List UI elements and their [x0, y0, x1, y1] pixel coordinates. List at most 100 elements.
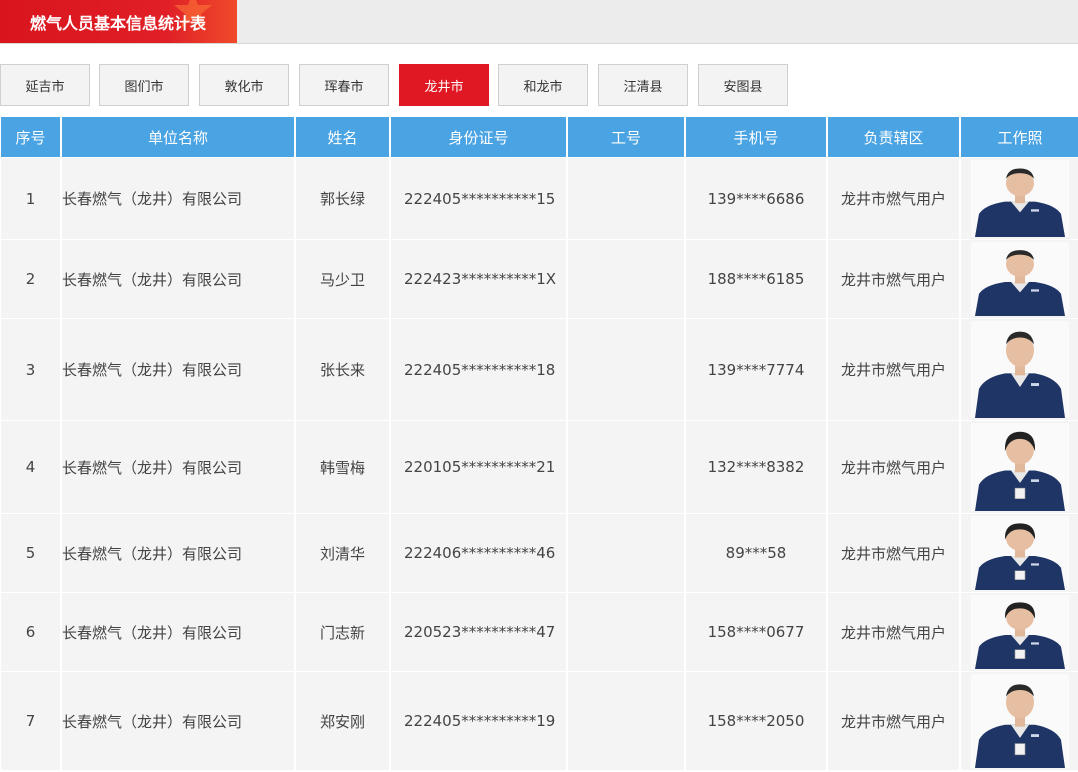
cell-company: 长春燃气（龙井）有限公司 — [62, 593, 294, 672]
cell-photo — [961, 514, 1078, 593]
tab-wangqing[interactable]: 汪清县 — [598, 64, 688, 106]
cell-phone: 139****7774 — [686, 319, 826, 421]
tab-tumen[interactable]: 图们市 — [99, 64, 189, 106]
top-bar: 燃气人员基本信息统计表 — [0, 0, 1078, 44]
tab-longjing[interactable]: 龙井市 — [399, 64, 489, 106]
cell-photo — [961, 421, 1078, 514]
cell-no: 1 — [1, 158, 60, 240]
cell-id-number: 222405**********15 — [391, 158, 566, 240]
cell-company: 长春燃气（龙井）有限公司 — [62, 672, 294, 771]
cell-no: 6 — [1, 593, 60, 672]
cell-no: 4 — [1, 421, 60, 514]
header-id-number: 身份证号 — [391, 117, 566, 158]
cell-company: 长春燃气（龙井）有限公司 — [62, 514, 294, 593]
cell-name: 张长来 — [296, 319, 389, 421]
tab-label: 龙井市 — [424, 79, 464, 95]
tab-label: 汪清县 — [623, 79, 663, 95]
worker-portrait-icon — [971, 595, 1069, 669]
tab-label: 图们市 — [124, 79, 164, 95]
cell-work-number — [568, 319, 684, 421]
page-title-tab: 燃气人员基本信息统计表 — [0, 0, 237, 43]
worker-portrait-icon — [971, 516, 1069, 590]
cell-company: 长春燃气（龙井）有限公司 — [62, 421, 294, 514]
header-area: 负责辖区 — [828, 117, 959, 158]
cell-id-number: 222423**********1X — [391, 240, 566, 319]
worker-photo[interactable] — [971, 595, 1069, 669]
worker-photo[interactable] — [971, 516, 1069, 590]
cell-company: 长春燃气（龙井）有限公司 — [62, 319, 294, 421]
cell-id-number: 220105**********21 — [391, 421, 566, 514]
table-row: 4 长春燃气（龙井）有限公司 韩雪梅 220105**********21 132***… — [1, 421, 1078, 514]
cell-name: 刘清华 — [296, 514, 389, 593]
header-work-number: 工号 — [568, 117, 684, 158]
tab-label: 敦化市 — [224, 79, 264, 95]
table-row: 2 长春燃气（龙井）有限公司 马少卫 222423**********1X 188***… — [1, 240, 1078, 319]
worker-portrait-icon — [971, 321, 1069, 418]
table-header-row: 序号 单位名称 姓名 身份证号 工号 手机号 负责辖区 工作照 — [1, 117, 1078, 158]
cell-photo — [961, 158, 1078, 240]
tab-yanji[interactable]: 延吉市 — [0, 64, 90, 106]
cell-name: 郑安刚 — [296, 672, 389, 771]
table-row: 5 长春燃气（龙井）有限公司 刘清华 222406**********46 89***5… — [1, 514, 1078, 593]
tab-label: 和龙市 — [523, 79, 563, 95]
header-company: 单位名称 — [62, 117, 294, 158]
cell-work-number — [568, 421, 684, 514]
cell-id-number: 220523**********47 — [391, 593, 566, 672]
cell-photo — [961, 240, 1078, 319]
header-photo: 工作照 — [961, 117, 1078, 158]
worker-photo[interactable] — [971, 160, 1069, 237]
worker-portrait-icon — [971, 423, 1069, 511]
cell-area: 龙井市燃气用户 — [828, 421, 959, 514]
worker-photo[interactable] — [971, 423, 1069, 511]
cell-id-number: 222406**********46 — [391, 514, 566, 593]
table-row: 6 长春燃气（龙井）有限公司 门志新 220523**********47 158***… — [1, 593, 1078, 672]
cell-area: 龙井市燃气用户 — [828, 514, 959, 593]
tab-label: 安图县 — [723, 79, 763, 95]
cell-phone: 139****6686 — [686, 158, 826, 240]
cell-name: 马少卫 — [296, 240, 389, 319]
cell-work-number — [568, 672, 684, 771]
worker-portrait-icon — [971, 674, 1069, 768]
tab-label: 延吉市 — [25, 79, 65, 95]
cell-no: 5 — [1, 514, 60, 593]
worker-photo[interactable] — [971, 321, 1069, 418]
cell-name: 门志新 — [296, 593, 389, 672]
table-row: 1 长春燃气（龙井）有限公司 郭长绿 222405**********15 139***… — [1, 158, 1078, 240]
cell-area: 龙井市燃气用户 — [828, 672, 959, 771]
tab-helong[interactable]: 和龙市 — [498, 64, 588, 106]
header-no: 序号 — [1, 117, 60, 158]
header-name: 姓名 — [296, 117, 389, 158]
tab-hunchun[interactable]: 珲春市 — [299, 64, 389, 106]
cell-no: 3 — [1, 319, 60, 421]
cell-work-number — [568, 514, 684, 593]
tab-dunhua[interactable]: 敦化市 — [199, 64, 289, 106]
cell-company: 长春燃气（龙井）有限公司 — [62, 240, 294, 319]
cell-phone: 188****6185 — [686, 240, 826, 319]
cell-work-number — [568, 240, 684, 319]
cell-work-number — [568, 158, 684, 240]
worker-portrait-icon — [971, 242, 1069, 316]
cell-phone: 158****0677 — [686, 593, 826, 672]
cell-id-number: 222405**********19 — [391, 672, 566, 771]
cell-area: 龙井市燃气用户 — [828, 240, 959, 319]
worker-portrait-icon — [971, 160, 1069, 237]
cell-id-number: 222405**********18 — [391, 319, 566, 421]
cell-name: 韩雪梅 — [296, 421, 389, 514]
cell-area: 龙井市燃气用户 — [828, 158, 959, 240]
staff-table: 序号 单位名称 姓名 身份证号 工号 手机号 负责辖区 工作照 1 长春燃气（龙井… — [0, 117, 1078, 771]
cell-no: 2 — [1, 240, 60, 319]
cell-company: 长春燃气（龙井）有限公司 — [62, 158, 294, 240]
cell-phone: 89***58 — [686, 514, 826, 593]
cell-no: 7 — [1, 672, 60, 771]
worker-photo[interactable] — [971, 674, 1069, 768]
tab-label: 珲春市 — [324, 79, 364, 95]
worker-photo[interactable] — [971, 242, 1069, 316]
cell-area: 龙井市燃气用户 — [828, 593, 959, 672]
table-row: 7 长春燃气（龙井）有限公司 郑安刚 222405**********19 158***… — [1, 672, 1078, 771]
tab-antu[interactable]: 安图县 — [698, 64, 788, 106]
cell-photo — [961, 672, 1078, 771]
cell-area: 龙井市燃气用户 — [828, 319, 959, 421]
cell-phone: 132****8382 — [686, 421, 826, 514]
cell-work-number — [568, 593, 684, 672]
header-phone: 手机号 — [686, 117, 826, 158]
